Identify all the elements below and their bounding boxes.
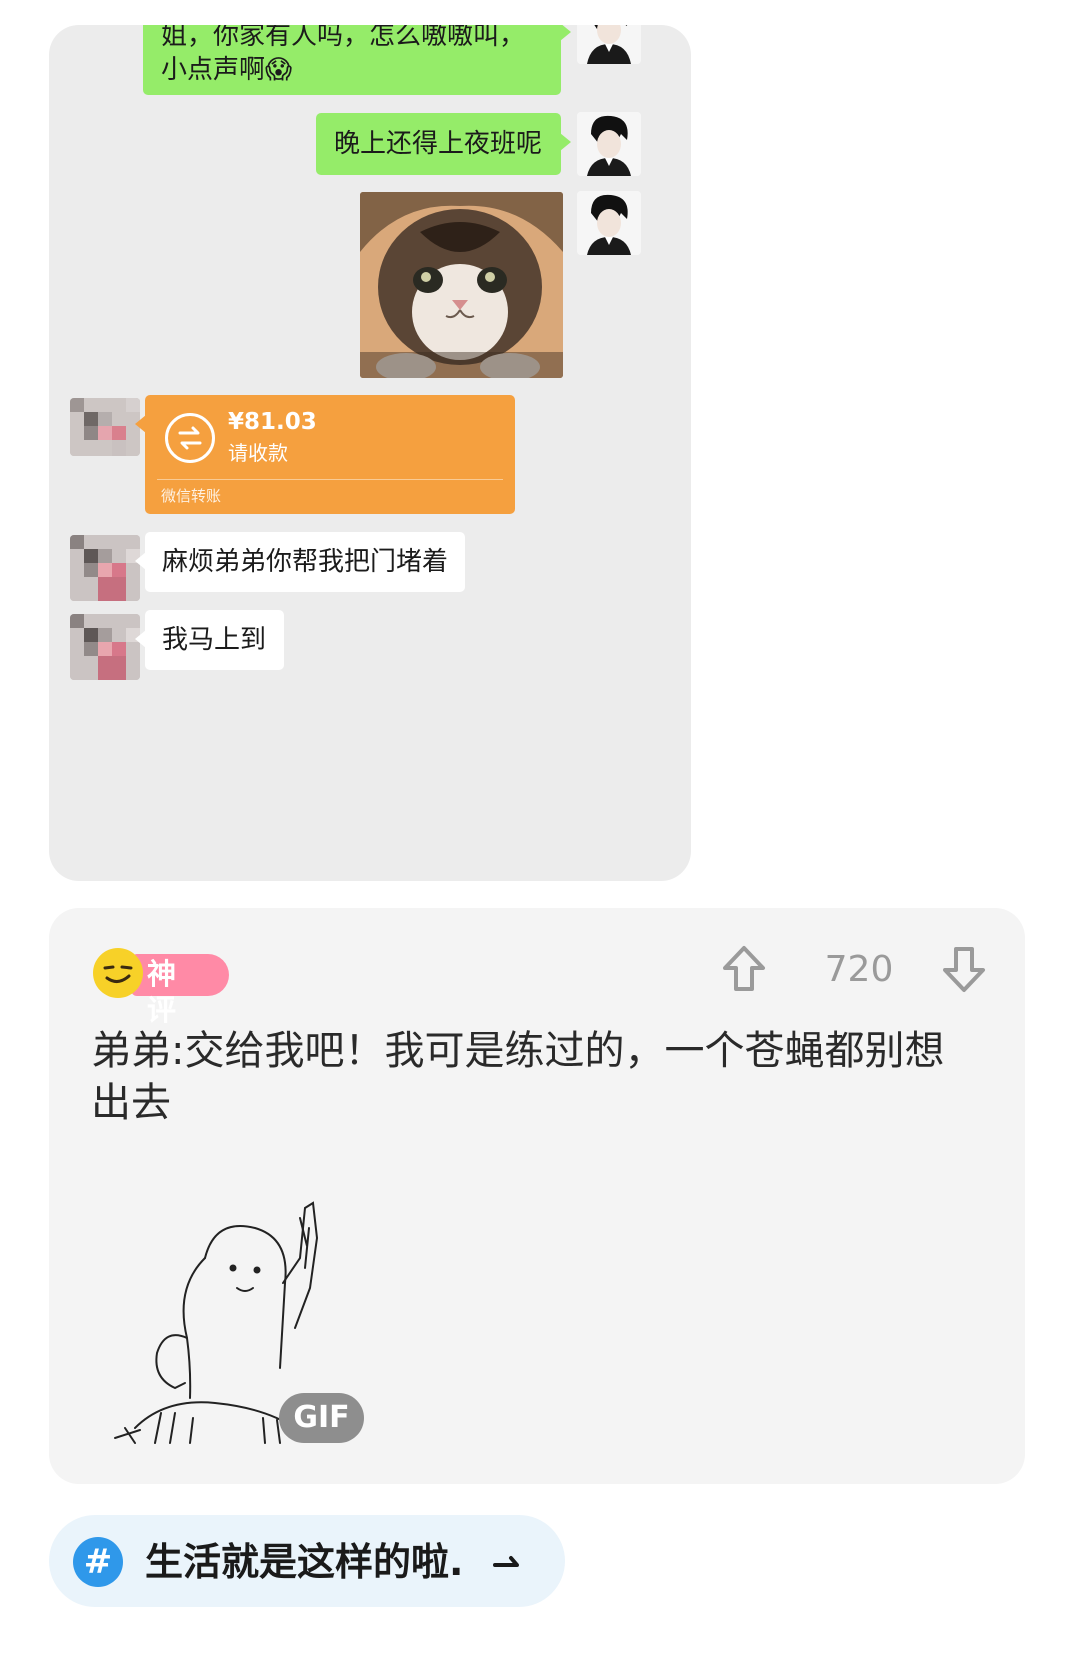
message-text: 麻烦弟弟你帮我把门堵着 bbox=[162, 547, 449, 577]
avatar[interactable] bbox=[70, 398, 140, 456]
arrow-up-outline-icon bbox=[723, 946, 765, 991]
transfer-note: 请收款 bbox=[228, 441, 288, 465]
comment-text: 弟弟:交给我吧！我可是练过的，一个苍蝇都别想出去 bbox=[91, 1028, 945, 1126]
message-text: 姐，你家有人吗，怎么嗷嗷叫，小点声啊😱 bbox=[161, 25, 526, 85]
chat-message-left: 我马上到 bbox=[135, 610, 284, 670]
message-text: 我马上到 bbox=[162, 625, 267, 655]
topic-chip[interactable]: # 生活就是这样的啦. bbox=[49, 1515, 565, 1607]
topic-label: 生活就是这样的啦. bbox=[145, 1540, 464, 1584]
transfer-amount: ¥81.03 bbox=[228, 409, 317, 435]
avatar[interactable] bbox=[577, 191, 641, 255]
vote-count: 720 bbox=[824, 949, 894, 990]
top-comment-card: 神评 720 弟弟:交给我吧！我可是练过的，一个苍蝇都别想出去 GIF bbox=[49, 908, 1025, 1484]
avatar[interactable] bbox=[577, 25, 641, 64]
arrow-right-icon bbox=[491, 1545, 525, 1579]
badge-pill bbox=[131, 954, 229, 996]
transfer-footer: 微信转账 bbox=[161, 487, 222, 505]
upvote-button[interactable] bbox=[721, 944, 767, 994]
chat-image-cat[interactable] bbox=[360, 192, 563, 378]
avatar[interactable] bbox=[70, 535, 140, 601]
hashtag-icon: # bbox=[73, 1537, 123, 1587]
downvote-button[interactable] bbox=[941, 944, 987, 994]
chat-message-right: 晚上还得上夜班呢 bbox=[316, 113, 571, 175]
transfer-card[interactable]: ¥81.03 请收款 微信转账 bbox=[135, 395, 515, 514]
message-text: 晚上还得上夜班呢 bbox=[334, 129, 543, 159]
divider bbox=[157, 479, 503, 480]
badge-label: 神评 bbox=[147, 957, 177, 1027]
avatar[interactable] bbox=[577, 112, 641, 176]
chat-message-left: 麻烦弟弟你帮我把门堵着 bbox=[135, 532, 465, 592]
gif-label: GIF bbox=[279, 1393, 364, 1443]
chat-screenshot: 姐，你家有人吗，怎么嗷嗷叫，小点声啊😱 晚上还得上夜班呢 ¥81.03 请收款 … bbox=[49, 25, 691, 881]
chat-message-right: 姐，你家有人吗，怎么嗷嗷叫，小点声啊😱 bbox=[143, 25, 571, 95]
arrow-down-outline-icon bbox=[943, 947, 985, 992]
smirk-face-icon bbox=[93, 948, 143, 998]
exchange-circle-icon bbox=[165, 413, 215, 463]
avatar[interactable] bbox=[70, 614, 140, 680]
